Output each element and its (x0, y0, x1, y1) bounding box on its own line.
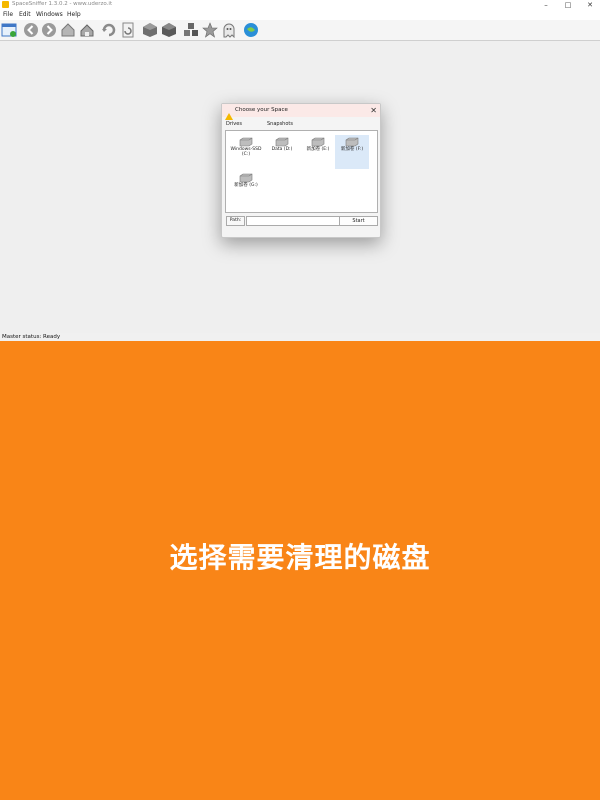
drive-f[interactable]: 新加卷 (F:) (335, 135, 369, 169)
start-button[interactable]: Start (339, 216, 378, 226)
toolbar (0, 20, 600, 41)
menu-edit[interactable]: Edit (19, 10, 31, 20)
drive-icon (345, 137, 359, 147)
star-icon[interactable] (202, 22, 218, 38)
refresh-icon[interactable] (101, 22, 117, 38)
tab-snapshots[interactable]: Snapshots (266, 119, 294, 129)
back-icon[interactable] (23, 22, 39, 38)
ghost-icon[interactable] (221, 22, 237, 38)
forward-icon[interactable] (41, 22, 57, 38)
drive-g[interactable]: 新加卷 (G:) (229, 171, 263, 205)
choose-space-dialog: Choose your Space ✕ Drives or Paths Snap… (221, 103, 381, 238)
report-icon[interactable] (120, 22, 136, 38)
drive-e[interactable]: 新加卷 (E:) (301, 135, 335, 169)
drive-icon (239, 137, 253, 147)
new-scan-icon[interactable] (1, 22, 17, 38)
app-icon (2, 1, 9, 8)
drive-icon (311, 137, 325, 147)
tag-icon[interactable] (183, 22, 199, 38)
minimize-button[interactable]: – (536, 0, 556, 10)
dialog-title-bar: Choose your Space ✕ (222, 104, 380, 120)
maximize-button[interactable]: □ (558, 0, 578, 10)
spacesniffer-window: SpaceSniffer 1.3.0.2 - www.uderzo.it – □… (0, 0, 600, 341)
home-icon[interactable] (60, 22, 76, 38)
banner-caption: 选择需要清理的磁盘 (169, 541, 431, 574)
drive-label: Windows-SSD (C:) (230, 147, 262, 157)
up-icon[interactable] (79, 22, 95, 38)
drive-d[interactable]: Data (D:) (265, 135, 299, 169)
instruction-banner: 选择需要清理的磁盘 (0, 341, 600, 800)
menu-help[interactable]: Help (67, 10, 81, 20)
menu-bar: File Edit Windows Help (0, 10, 600, 20)
zoom-in-icon[interactable] (142, 22, 158, 38)
drive-label: 新加卷 (G:) (234, 183, 258, 188)
title-bar: SpaceSniffer 1.3.0.2 - www.uderzo.it – □… (0, 0, 600, 10)
zoom-out-icon[interactable] (161, 22, 177, 38)
path-input[interactable] (246, 216, 342, 226)
drive-label: Data (D:) (271, 147, 293, 152)
drive-list: Windows-SSD (C:) Data (D:) 新加卷 (E:) 新加卷 … (225, 130, 378, 213)
app-icon (225, 106, 233, 120)
drive-icon (239, 173, 253, 183)
dialog-title: Choose your Space (235, 107, 288, 113)
drive-icon (275, 137, 289, 147)
path-label: Path: (226, 216, 245, 226)
drive-label: 新加卷 (E:) (306, 147, 330, 152)
menu-file[interactable]: File (3, 10, 13, 20)
status-bar: Master status: Ready (0, 333, 600, 341)
window-title: SpaceSniffer 1.3.0.2 - www.uderzo.it (12, 1, 113, 7)
close-button[interactable]: ✕ (580, 0, 600, 10)
menu-windows[interactable]: Windows (36, 10, 63, 20)
drive-label: 新加卷 (F:) (340, 147, 364, 152)
drive-c[interactable]: Windows-SSD (C:) (229, 135, 263, 169)
dialog-close-button[interactable]: ✕ (370, 104, 377, 117)
web-icon[interactable] (243, 22, 259, 38)
